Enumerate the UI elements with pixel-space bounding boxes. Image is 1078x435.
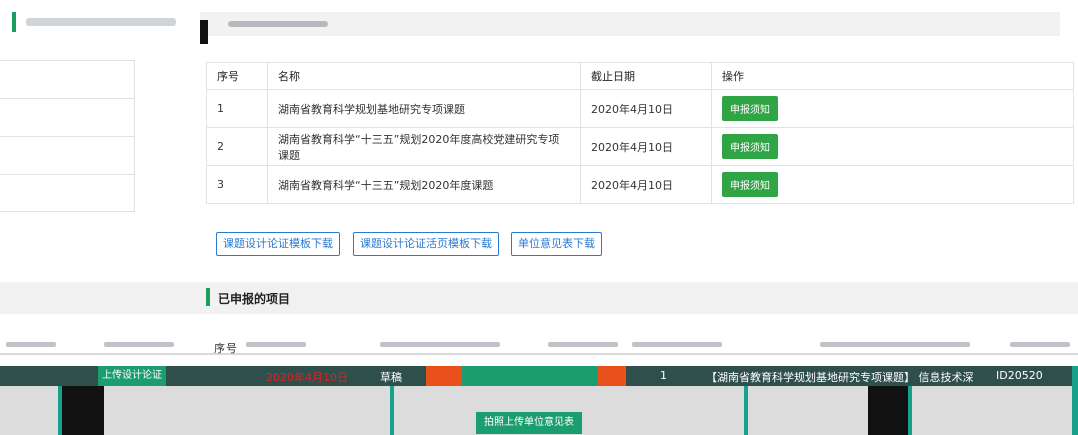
section-accent-bar	[206, 288, 210, 306]
column-header-name: 名称	[267, 62, 581, 90]
row-deadline: 2020年4月10日	[580, 127, 712, 166]
top-header-bar	[200, 12, 1060, 36]
left-panel-row[interactable]	[0, 137, 134, 175]
row-index: 3	[206, 165, 268, 204]
column-edge	[908, 386, 912, 435]
row-index: 2	[206, 127, 268, 166]
header-divider	[200, 20, 208, 44]
download-design-template-button[interactable]: 课题设计论证模板下载	[216, 232, 340, 256]
submitted-date: 2020年4月10日	[266, 371, 348, 384]
status-badge: 草稿	[380, 371, 402, 384]
left-panel-row[interactable]	[0, 99, 134, 137]
table-header-row: 序号 名称 截止日期 操作	[206, 62, 1074, 90]
download-unit-opinion-button[interactable]: 单位意见表下载	[511, 232, 602, 256]
project-name: 【湖南省教育科学规划基地研究专项课题】 信息技术深	[706, 371, 974, 384]
notices-table: 序号 名称 截止日期 操作 1 湖南省教育科学规划基地研究专项课题 2020年4…	[206, 62, 1074, 204]
header-cell-blurred	[246, 342, 306, 347]
table-row: 1 湖南省教育科学规划基地研究专项课题 2020年4月10日 申报须知	[206, 89, 1074, 128]
photo-upload-unit-opinion-button[interactable]: 拍照上传单位意见表	[476, 412, 582, 434]
upload-design-button[interactable]: 上传设计论证	[98, 366, 166, 386]
delete-action-button[interactable]	[598, 366, 626, 386]
row-index: 1	[206, 89, 268, 128]
action-button[interactable]	[462, 366, 540, 386]
column-edge	[744, 386, 748, 435]
column-edge	[58, 386, 62, 435]
header-subtitle-blurred	[228, 21, 328, 27]
header-cell-blurred	[548, 342, 618, 347]
edit-action-button[interactable]	[426, 366, 464, 386]
column-header-index: 序号	[206, 62, 268, 90]
header-accent-bar	[12, 12, 16, 32]
submitted-header-seq: 序号	[214, 342, 238, 355]
application-notice-button[interactable]: 申报须知	[722, 134, 778, 159]
application-notice-button[interactable]: 申报须知	[722, 172, 778, 197]
submitted-section-title: 已申报的项目	[218, 292, 291, 306]
submitted-section-header	[0, 282, 1078, 314]
header-cell-blurred	[380, 342, 500, 347]
table-row: 2 湖南省教育科学“十三五”规划2020年度高校党建研究专项课题 2020年4月…	[206, 127, 1074, 166]
header-cell-blurred	[820, 342, 970, 347]
row-action-cell: 申报须知	[711, 89, 1074, 128]
header-title-blurred	[26, 18, 176, 26]
column-edge	[390, 386, 394, 435]
application-notice-button[interactable]: 申报须知	[722, 96, 778, 121]
row-name: 湖南省教育科学“十三五”规划2020年度高校党建研究专项课题	[267, 127, 581, 166]
header-divider-line	[0, 353, 1078, 355]
header-cell-blurred	[104, 342, 174, 347]
project-id: ID20520	[996, 369, 1043, 382]
action-button[interactable]	[534, 366, 604, 386]
download-design-activity-template-button[interactable]: 课题设计论证活页模板下载	[353, 232, 499, 256]
row-seq: 1	[660, 369, 667, 382]
column-edge	[1072, 366, 1078, 435]
left-side-panel	[0, 60, 135, 212]
row-deadline: 2020年4月10日	[580, 89, 712, 128]
table-row: 3 湖南省教育科学“十三五”规划2020年度课题 2020年4月10日 申报须知	[206, 165, 1074, 204]
header-cell-blurred	[632, 342, 722, 347]
column-block	[868, 386, 908, 435]
column-header-deadline: 截止日期	[580, 62, 712, 90]
column-block	[58, 386, 104, 435]
row-action-cell: 申报须知	[711, 165, 1074, 204]
column-header-action: 操作	[711, 62, 1074, 90]
header-cell-blurred	[1010, 342, 1070, 347]
row-action-cell: 申报须知	[711, 127, 1074, 166]
row-name: 湖南省教育科学规划基地研究专项课题	[267, 89, 581, 128]
header-cell-blurred	[6, 342, 56, 347]
row-deadline: 2020年4月10日	[580, 165, 712, 204]
left-panel-row[interactable]	[0, 61, 134, 99]
row-name: 湖南省教育科学“十三五”规划2020年度课题	[267, 165, 581, 204]
